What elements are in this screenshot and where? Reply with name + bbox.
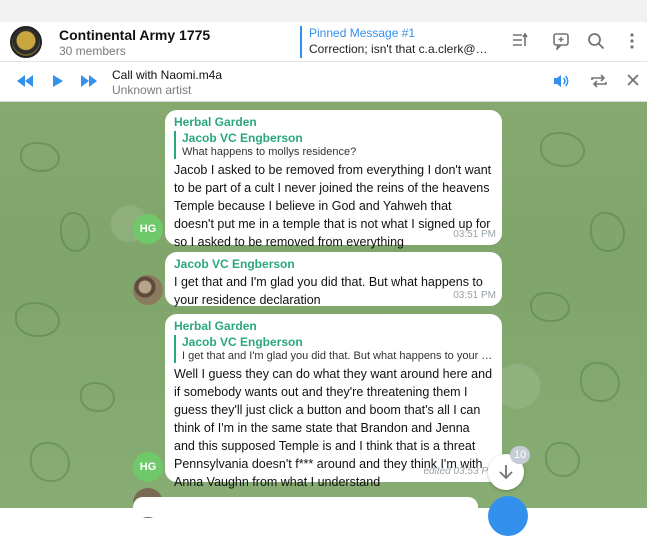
message-bubble[interactable]: Jacob VC Engberson I get that and I'm gl… (165, 252, 502, 307)
background-doodle (540, 132, 585, 167)
fast-forward-icon[interactable] (80, 74, 98, 92)
reply-text: I get that and I'm glad you did that. Bu… (182, 350, 493, 362)
message-sender[interactable]: Jacob VC Engberson (174, 257, 493, 271)
play-icon[interactable] (52, 74, 64, 92)
reply-author: Jacob VC Engberson (182, 131, 303, 145)
rewind-icon[interactable] (16, 74, 34, 92)
pinned-text: Correction; isn't that c.a.clerk@conti..… (309, 42, 490, 56)
action-button[interactable] (488, 496, 528, 536)
avatar[interactable] (133, 275, 163, 305)
chat-avatar[interactable] (10, 26, 42, 58)
top-strip (0, 0, 647, 22)
comments-icon[interactable] (551, 32, 571, 52)
track-artist: Unknown artist (112, 83, 192, 97)
arrow-down-icon (499, 463, 513, 480)
chat-title[interactable]: Continental Army 1775 (59, 27, 210, 43)
pinned-title: Pinned Message #1 (309, 26, 416, 40)
avatar[interactable]: HG (133, 452, 163, 482)
background-doodle (60, 212, 90, 252)
background-doodle (80, 382, 115, 412)
pinned-list-icon[interactable] (511, 32, 531, 52)
reply-preview[interactable]: Jacob VC Engberson I get that and I'm gl… (174, 335, 493, 363)
audio-player-bar: Call with Naomi.m4a Unknown artist (0, 62, 647, 102)
background-doodle (20, 142, 60, 172)
reply-author: Jacob VC Engberson (182, 335, 303, 349)
repeat-icon[interactable] (590, 73, 608, 94)
message-sender[interactable]: Herbal Garden (174, 319, 493, 333)
reply-text: What happens to mollys residence? (182, 146, 357, 158)
message-text: I get that and I'm glad you did that. Bu… (174, 275, 483, 307)
reply-preview[interactable]: Jacob VC Engberson What happens to molly… (174, 131, 493, 159)
background-doodle (530, 292, 570, 322)
message-text: Jacob I asked to be removed from everyth… (174, 163, 492, 249)
message-sender[interactable]: Herbal Garden (174, 115, 493, 129)
close-icon[interactable] (626, 73, 640, 92)
background-doodle (590, 212, 625, 252)
background-doodle (580, 362, 620, 402)
message-time: 03:51 PM (453, 229, 496, 240)
next-message-peek (133, 497, 478, 517)
background-doodle (30, 442, 70, 482)
pinned-message-bar[interactable]: Pinned Message #1 Correction; isn't that… (300, 26, 490, 58)
member-count: 30 members (59, 44, 126, 58)
volume-icon[interactable] (552, 73, 570, 94)
track-title[interactable]: Call with Naomi.m4a (112, 68, 222, 82)
message-bubble[interactable]: Herbal Garden Jacob VC Engberson I get t… (165, 314, 502, 489)
chat-header: Continental Army 1775 30 members Pinned … (0, 22, 647, 62)
search-icon[interactable] (586, 32, 606, 52)
more-icon[interactable] (622, 32, 642, 52)
background-doodle (15, 302, 60, 337)
message-bubble[interactable]: Herbal Garden Jacob VC Engberson What ha… (165, 110, 502, 249)
unread-count-badge: 10 (510, 446, 531, 464)
message-time: edited 03:53 P (423, 466, 489, 477)
message-time: 03:51 PM (453, 290, 496, 301)
background-doodle (545, 442, 580, 477)
avatar[interactable]: HG (133, 214, 163, 244)
